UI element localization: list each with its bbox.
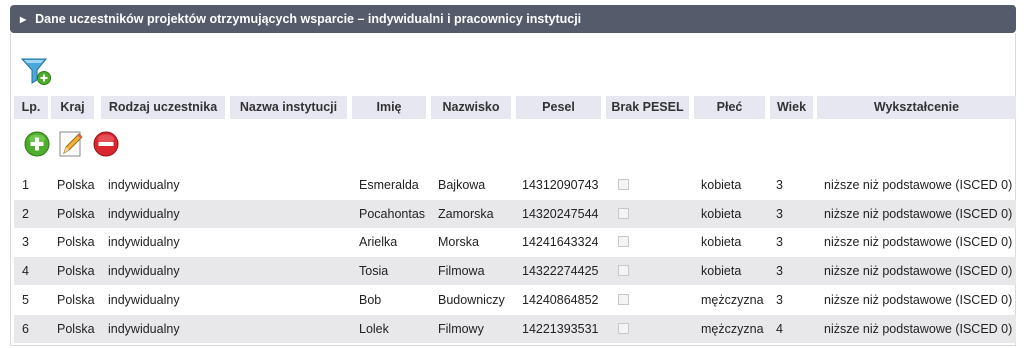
cell-wyksztalcenie: niższe niż podstawowe (ISCED 0) — [824, 235, 1013, 250]
column-header-nazwisko: Nazwisko — [431, 96, 511, 119]
delete-icon — [93, 131, 119, 157]
cell-plec: kobieta — [701, 235, 742, 250]
cell-nazwisko: Filmowy — [438, 321, 484, 336]
cell-pesel: 14240864852 — [522, 292, 599, 307]
table-row[interactable]: 5 Polska indywidualny Bob Budowniczy 14240864… — [14, 286, 1016, 314]
cell-lp: 4 — [22, 264, 29, 279]
cell-wyksztalcenie: niższe niż podstawowe (ISCED 0) — [824, 292, 1013, 307]
cell-lp: 3 — [22, 235, 29, 250]
cell-wiek: 3 — [776, 235, 783, 250]
cell-plec: mężczyzna — [701, 292, 764, 307]
panel-title: Dane uczestników projektów otrzymujących… — [35, 12, 582, 26]
edit-icon — [59, 131, 83, 157]
brak-pesel-checkbox[interactable] — [618, 207, 629, 219]
cell-kraj: Polska — [57, 235, 95, 250]
cell-wyksztalcenie: niższe niż podstawowe (ISCED 0) — [824, 321, 1013, 336]
cell-imie: Bob — [359, 292, 382, 307]
cell-plec: kobieta — [701, 178, 742, 192]
cell-wyksztalcenie: niższe niż podstawowe (ISCED 0) — [824, 206, 1013, 221]
brak-pesel-checkbox[interactable] — [618, 322, 629, 334]
cell-wiek: 3 — [776, 178, 783, 192]
cell-imie: Lolek — [359, 321, 389, 336]
brak-pesel-checkbox[interactable] — [618, 265, 629, 277]
column-header-nazwa-instytucji: Nazwa instytucji — [230, 96, 347, 119]
cell-nazwisko: Budowniczy — [438, 292, 505, 307]
table-row[interactable]: 4 Polska indywidualny Tosia Filmowa 143222744… — [14, 257, 1016, 286]
delete-button[interactable] — [92, 130, 120, 158]
cell-nazwisko: Filmowa — [438, 264, 485, 279]
cell-nazwisko: Bajkowa — [438, 178, 486, 192]
column-header-imie: Imię — [352, 96, 426, 119]
filter-add-icon[interactable] — [20, 56, 51, 86]
column-header-wyksztalcenie: Wykształcenie — [817, 96, 1016, 119]
cell-rodzaj: indywidualny — [108, 292, 180, 307]
cell-imie: Tosia — [359, 264, 389, 279]
table-row[interactable]: 6 Polska indywidualny Lolek Filmowy 142213935… — [14, 314, 1016, 343]
panel-header[interactable]: ▶ Dane uczestników projektów otrzymującyc… — [10, 5, 1016, 33]
cell-pesel: 14320247544 — [522, 206, 599, 221]
brak-pesel-checkbox[interactable] — [618, 293, 629, 305]
column-header-pesel: Pesel — [516, 96, 601, 119]
cell-pesel: 14241643324 — [522, 235, 599, 250]
table-row[interactable]: 3 Polska indywidualny Arielka Morska 14241643… — [14, 228, 1016, 256]
column-header-plec: Płeć — [694, 96, 765, 119]
cell-wyksztalcenie: niższe niż podstawowe (ISCED 0) — [824, 264, 1013, 279]
column-header-rodzaj: Rodzaj uczestnika — [101, 96, 225, 119]
cell-plec: mężczyzna — [701, 321, 764, 336]
cell-imie: Pocahontas — [359, 206, 426, 221]
column-header-lp: Lp. — [14, 96, 48, 119]
cell-wiek: 3 — [776, 206, 783, 221]
cell-pesel: 14322274425 — [522, 264, 599, 279]
cell-rodzaj: indywidualny — [108, 235, 180, 250]
cell-lp: 1 — [22, 178, 29, 192]
cell-lp: 5 — [22, 292, 29, 307]
column-header-kraj: Kraj — [51, 96, 94, 119]
cell-wiek: 4 — [776, 321, 783, 336]
cell-kraj: Polska — [57, 321, 95, 336]
add-button[interactable] — [23, 130, 51, 158]
cell-rodzaj: indywidualny — [108, 264, 180, 279]
cell-lp: 2 — [22, 206, 29, 221]
expand-arrow-icon[interactable]: ▶ — [20, 6, 26, 34]
column-header-wiek: Wiek — [770, 96, 813, 119]
brak-pesel-checkbox[interactable] — [618, 179, 629, 190]
cell-lp: 6 — [22, 321, 29, 336]
cell-rodzaj: indywidualny — [108, 178, 180, 192]
cell-imie: Arielka — [359, 235, 398, 250]
cell-nazwisko: Zamorska — [438, 206, 494, 221]
cell-nazwisko: Morska — [438, 235, 479, 250]
cell-rodzaj: indywidualny — [108, 321, 180, 336]
edit-button[interactable] — [57, 130, 85, 158]
cell-plec: kobieta — [701, 206, 742, 221]
table-row[interactable]: 2 Polska indywidualny Pocahontas Zamorska 143… — [14, 199, 1016, 228]
cell-pesel: 14221393531 — [522, 321, 599, 336]
cell-imie: Esmeralda — [359, 178, 419, 192]
cell-wiek: 3 — [776, 264, 783, 279]
cell-kraj: Polska — [57, 206, 95, 221]
column-header-brak-pesel: Brak PESEL — [606, 96, 689, 119]
cell-pesel: 14312090743 — [522, 178, 599, 192]
cell-rodzaj: indywidualny — [108, 206, 180, 221]
cell-wiek: 3 — [776, 292, 783, 307]
cell-kraj: Polska — [57, 178, 95, 192]
table-row[interactable]: 1 Polska indywidualny Esmeralda Bajkowa 14312… — [14, 171, 1016, 199]
cell-wyksztalcenie: niższe niż podstawowe (ISCED 0) — [824, 178, 1013, 192]
cell-kraj: Polska — [57, 292, 95, 307]
brak-pesel-checkbox[interactable] — [618, 236, 629, 248]
cell-kraj: Polska — [57, 264, 95, 279]
add-icon — [24, 131, 50, 157]
cell-plec: kobieta — [701, 264, 742, 279]
